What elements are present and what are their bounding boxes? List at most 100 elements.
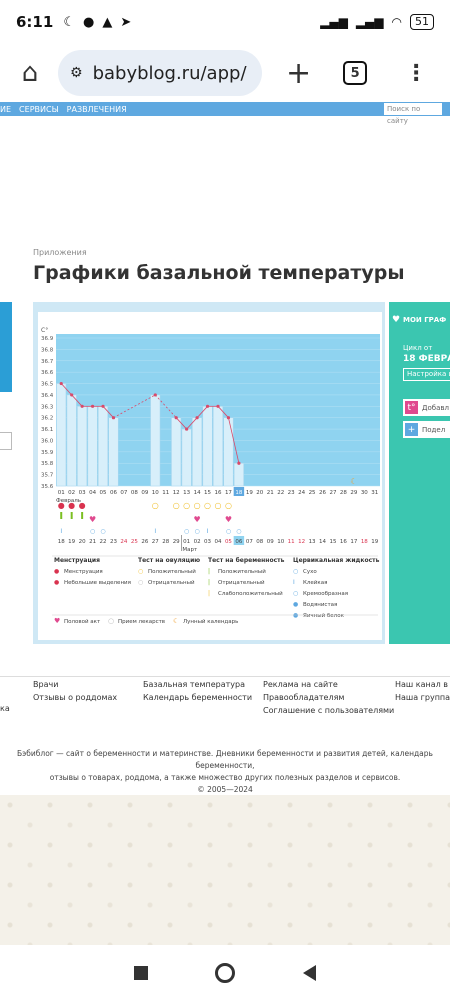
footer-link[interactable]: Соглашение с пользователями [263, 706, 394, 715]
legend-icon: ○ [138, 579, 143, 586]
share-button[interactable]: + Подел [403, 421, 450, 438]
legend-title: Тест на беременность [208, 557, 285, 564]
footer-link[interactable]: Календарь беременности [143, 693, 252, 702]
left-sidebar-input[interactable] [0, 432, 12, 450]
legend-icon: | [208, 590, 210, 597]
day-label: 27 [329, 490, 336, 496]
signal-icon: ▂▄▆ [320, 15, 348, 29]
temperature-bar [108, 417, 119, 487]
ovulation-negative-icon: ○ [173, 501, 180, 510]
intercourse-icon: ♥ [194, 515, 201, 524]
temperature-bar [66, 394, 77, 487]
status-bar: 6:11 ☾ ● ▲ ➤ ▂▄▆ ▂▄▆ ◠ 51 [0, 0, 450, 44]
y-tick-label: 36.4 [41, 393, 54, 399]
day-label: 06 [110, 490, 117, 496]
temperature-bar [202, 406, 213, 487]
day-label: 18 [235, 490, 242, 496]
y-tick-label: 36.8 [41, 347, 54, 353]
legend-item: Слабоположительный [218, 590, 283, 597]
thermometer-icon: t° [405, 401, 418, 414]
day-label: 20 [256, 490, 263, 496]
date-label: 13 [309, 539, 316, 545]
day-label: 28 [340, 490, 347, 496]
date-label: 01 [183, 539, 190, 545]
temperature-point [205, 404, 210, 408]
legend-icon: ○ [108, 617, 114, 625]
day-label: 30 [361, 490, 368, 496]
cervical-fluid-icon: I [207, 528, 209, 535]
cervical-fluid-icon: I [60, 528, 62, 535]
day-label: 15 [204, 490, 211, 496]
legend-icon: ● [54, 579, 59, 586]
date-label: 19 [371, 539, 378, 545]
moon-phase-icon: ☾ [350, 477, 357, 486]
footer-link[interactable]: Правообладателям [263, 693, 344, 702]
temperature-point [237, 461, 241, 465]
my-charts-title: МОИ ГРАФ [403, 316, 447, 324]
notification-icons: ☾ ● ▲ ➤ [63, 15, 131, 30]
temperature-bar [87, 406, 98, 487]
site-search-input[interactable]: Поиск по сайту [384, 103, 442, 125]
day-label: 22 [277, 490, 284, 496]
breadcrumb[interactable]: Приложения [33, 248, 87, 257]
temperature-chart: C° 36.9 36.8 36.7 36.6 36.5 36.4 36.3 36.2 36.1 36… [41, 327, 380, 625]
battery-icon: 51 [410, 14, 434, 30]
legend-item: Сухо [303, 569, 317, 575]
legend-icon: ● [293, 601, 298, 608]
new-tab-icon[interactable]: + [286, 56, 311, 91]
footer-link[interactable]: Базальная температура [143, 680, 245, 689]
legend-item: Прием лекарств [118, 619, 165, 625]
footer-link[interactable]: Врачи [33, 680, 58, 689]
y-tick-label: 35.9 [41, 450, 54, 456]
footer-link[interactable]: Реклама на сайте [263, 680, 338, 689]
legend-item: Положительный [148, 568, 196, 575]
date-label: 28 [162, 539, 169, 545]
ovulation-negative-icon: ○ [183, 501, 190, 510]
tab-switcher-button[interactable]: 5 [343, 61, 368, 85]
legend-icon: ○ [293, 590, 298, 597]
legend-item: Клейкая [303, 579, 327, 586]
footer-text-line: Бэбиблог — сайт о беременности и материн… [17, 749, 433, 770]
legend-item: Кремообразная [303, 591, 348, 597]
menu-icon[interactable]: ⋮ [405, 61, 427, 86]
footer-link[interactable]: Наш канал в Tele [395, 680, 450, 689]
date-label: 16 [340, 539, 347, 545]
legend-icon: ● [293, 612, 298, 619]
address-bar[interactable]: ⚙ babyblog.ru/app/ [58, 50, 262, 96]
add-label: Добавл [422, 403, 449, 412]
home-button[interactable] [215, 962, 236, 983]
day-label: 23 [288, 490, 295, 496]
home-icon[interactable]: ⌂ [12, 58, 48, 88]
add-button[interactable]: t° Добавл [403, 399, 450, 416]
signal2-icon: ▂▄▆ [355, 15, 384, 29]
date-label: 11 [288, 539, 295, 545]
day-label: 17 [225, 490, 232, 496]
my-charts-panel: ♥ МОИ ГРАФ Цикл от 18 ФЕВРАЛ Настройка ц… [389, 302, 450, 644]
day-label: 02 [68, 490, 75, 496]
decorative-pattern [0, 795, 450, 945]
back-button[interactable] [303, 964, 317, 981]
nav-item[interactable]: СЕРВИСЫ [19, 105, 59, 114]
url-text[interactable]: babyblog.ru/app/ [93, 63, 247, 84]
footer-link[interactable]: Наша группа во [395, 693, 450, 702]
site-settings-icon[interactable]: ⚙ [70, 65, 83, 81]
y-tick-label: 36.2 [41, 416, 53, 422]
nav-item[interactable]: РАЗВЛЕЧЕНИЯ [67, 105, 127, 114]
site-nav: ИЕ СЕРВИСЫ РАЗВЛЕЧЕНИЯ Поиск по сайту [0, 102, 450, 125]
ovulation-negative-icon: ○ [194, 501, 201, 510]
recents-button[interactable] [133, 965, 148, 980]
nav-item[interactable]: ИЕ [0, 105, 11, 114]
cycle-settings-button[interactable]: Настройка ц [403, 368, 450, 381]
moon-icon: ☾ [63, 14, 75, 30]
legend-title: Менструация [54, 557, 100, 564]
footer-link[interactable]: ка [0, 704, 10, 713]
day-label: 05 [100, 490, 107, 496]
temperature-point [226, 416, 231, 420]
menstruation-icon: ● [79, 501, 86, 510]
footer-link[interactable]: Отзывы о роддомах [33, 693, 117, 702]
system-icons: ▂▄▆ ▂▄▆ ◠ 51 [320, 14, 434, 30]
date-label: 18 [58, 539, 65, 545]
date-label: 23 [110, 539, 117, 545]
day-label: 01 [58, 490, 65, 496]
temperature-point [101, 404, 105, 408]
